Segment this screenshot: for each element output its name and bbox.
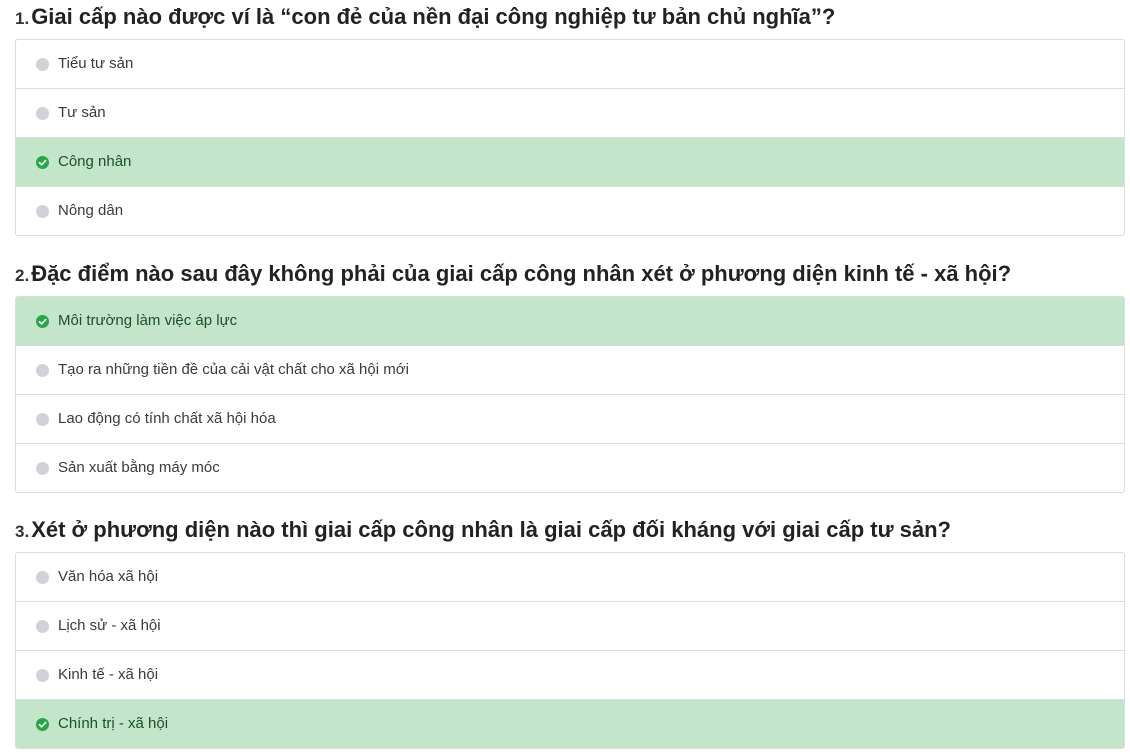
answer-label: Tạo ra những tiền đề của cải vật chất ch… bbox=[58, 361, 409, 378]
radio-circle-icon bbox=[36, 57, 49, 71]
radio-circle-icon bbox=[36, 363, 49, 377]
answer-label: Tiểu tư sản bbox=[58, 55, 134, 72]
question-number: 2. bbox=[15, 266, 30, 285]
answer-label: Môi trường làm việc áp lực bbox=[58, 312, 238, 329]
answer-option[interactable]: Chính trị - xã hội bbox=[16, 700, 1124, 748]
answer-label: Sản xuất bằng máy móc bbox=[58, 459, 220, 476]
answer-label: Tư sản bbox=[58, 104, 106, 121]
answer-option[interactable]: Lịch sử - xã hội bbox=[16, 602, 1124, 651]
check-circle-icon bbox=[36, 314, 49, 328]
answer-option[interactable]: Sản xuất bằng máy móc bbox=[16, 444, 1124, 492]
radio-circle-icon bbox=[36, 412, 49, 426]
answer-list: Văn hóa xã hội Lịch sử - xã hội Kinh tế … bbox=[15, 552, 1125, 749]
answer-option[interactable]: Lao động có tính chất xã hội hóa bbox=[16, 395, 1124, 444]
question-text: Xét ở phương diện nào thì giai cấp công … bbox=[31, 517, 951, 542]
answer-option[interactable]: Văn hóa xã hội bbox=[16, 553, 1124, 602]
answer-label: Kinh tế - xã hội bbox=[58, 666, 159, 683]
question-3: 3.Xét ở phương diện nào thì giai cấp côn… bbox=[15, 513, 1125, 749]
answer-option[interactable]: Tư sản bbox=[16, 89, 1124, 138]
check-circle-icon bbox=[36, 717, 49, 731]
question-title: 3.Xét ở phương diện nào thì giai cấp côn… bbox=[15, 513, 1125, 547]
quiz-page: 1.Giai cấp nào được ví là “con đẻ của nề… bbox=[0, 0, 1130, 755]
answer-label: Nông dân bbox=[58, 202, 124, 219]
answer-list: Tiểu tư sản Tư sản Công nhân Nông dân bbox=[15, 39, 1125, 236]
radio-circle-icon bbox=[36, 668, 49, 682]
radio-circle-icon bbox=[36, 106, 49, 120]
answer-option[interactable]: Kinh tế - xã hội bbox=[16, 651, 1124, 700]
question-title: 1.Giai cấp nào được ví là “con đẻ của nề… bbox=[15, 0, 1125, 34]
radio-circle-icon bbox=[36, 204, 49, 218]
answer-option[interactable]: Nông dân bbox=[16, 187, 1124, 235]
radio-circle-icon bbox=[36, 570, 49, 584]
answer-label: Chính trị - xã hội bbox=[58, 715, 169, 732]
answer-label: Văn hóa xã hội bbox=[58, 568, 159, 585]
check-circle-icon bbox=[36, 155, 49, 169]
question-text: Đặc điểm nào sau đây không phải của giai… bbox=[31, 261, 1012, 286]
answer-option[interactable]: Tiểu tư sản bbox=[16, 40, 1124, 89]
answer-option[interactable]: Công nhân bbox=[16, 138, 1124, 187]
answer-label: Lao động có tính chất xã hội hóa bbox=[58, 410, 276, 427]
answer-option[interactable]: Tạo ra những tiền đề của cải vật chất ch… bbox=[16, 346, 1124, 395]
question-title: 2.Đặc điểm nào sau đây không phải của gi… bbox=[15, 257, 1125, 291]
question-number: 3. bbox=[15, 522, 30, 541]
answer-list: Môi trường làm việc áp lực Tạo ra những … bbox=[15, 296, 1125, 493]
radio-circle-icon bbox=[36, 461, 49, 475]
question-2: 2.Đặc điểm nào sau đây không phải của gi… bbox=[15, 257, 1125, 493]
answer-label: Công nhân bbox=[58, 153, 132, 170]
answer-label: Lịch sử - xã hội bbox=[58, 617, 161, 634]
question-number: 1. bbox=[15, 9, 30, 28]
question-1: 1.Giai cấp nào được ví là “con đẻ của nề… bbox=[15, 0, 1125, 236]
radio-circle-icon bbox=[36, 619, 49, 633]
question-text: Giai cấp nào được ví là “con đẻ của nền … bbox=[31, 4, 836, 29]
answer-option[interactable]: Môi trường làm việc áp lực bbox=[16, 297, 1124, 346]
